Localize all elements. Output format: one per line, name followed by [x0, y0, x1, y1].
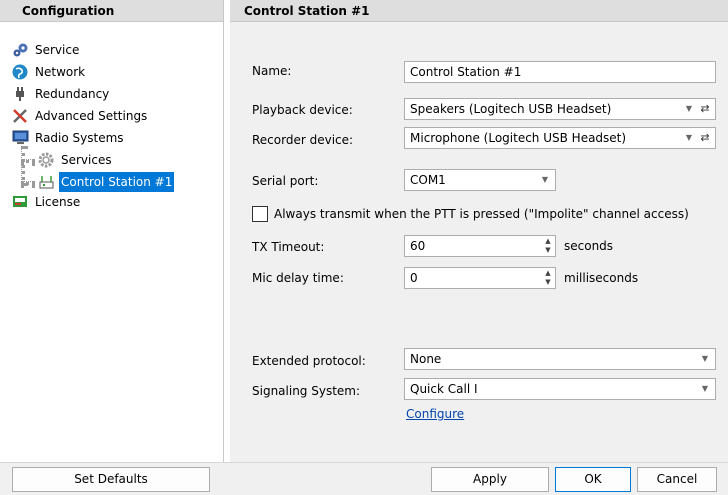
refresh-icon[interactable]: ⇄ [699, 99, 711, 119]
tx-timeout-unit: seconds [564, 239, 614, 253]
tree-item-redundancy[interactable]: Redundancy [12, 84, 111, 104]
tree-label-license: License [35, 195, 81, 209]
chevron-down-icon[interactable]: ▼ [683, 128, 695, 148]
tools-icon [12, 108, 30, 124]
recorder-device-label: Recorder device: [252, 133, 354, 147]
extended-protocol-label: Extended protocol: [252, 354, 366, 368]
tree-item-service[interactable]: Service [12, 40, 81, 60]
configure-link[interactable]: Configure [406, 407, 464, 421]
tree-label-advanced-settings: Advanced Settings [35, 109, 148, 123]
settings-panel: Control Station #1 Name: Control Station… [230, 0, 728, 462]
spin-arrows-icon[interactable]: ▲ ▼ [543, 269, 553, 287]
refresh-icon[interactable]: ⇄ [699, 128, 711, 148]
playback-device-select[interactable]: Speakers (Logitech USB Headset) ▼ ⇄ [404, 98, 716, 120]
gears-icon [12, 42, 30, 58]
tx-timeout-stepper[interactable]: 60 ▲ ▼ [404, 235, 556, 257]
tree-item-license[interactable]: License [12, 192, 82, 212]
tx-timeout-value: 60 [410, 239, 426, 253]
chevron-down-icon[interactable]: ▼ [683, 99, 695, 119]
tree-connector [21, 181, 35, 185]
mic-delay-label: Mic delay time: [252, 271, 344, 285]
tree-item-radio-systems[interactable]: Radio Systems [12, 128, 126, 148]
tx-timeout-label: TX Timeout: [252, 240, 325, 254]
tree-label-network: Network [35, 65, 86, 79]
radio-icon [38, 174, 56, 190]
playback-device-label: Playback device: [252, 103, 353, 117]
playback-device-value: Speakers (Logitech USB Headset) [410, 102, 612, 116]
tree-label-service: Service [35, 43, 80, 57]
serial-port-value: COM1 [410, 173, 446, 187]
chevron-down-icon[interactable]: ▼ [699, 349, 711, 369]
cancel-button[interactable]: Cancel [637, 467, 717, 492]
spin-arrows-icon[interactable]: ▲ ▼ [543, 237, 553, 255]
button-bar: Set Defaults Apply OK Cancel [0, 462, 728, 495]
extended-protocol-value: None [410, 352, 442, 366]
configuration-header: Configuration [0, 0, 223, 22]
always-transmit-label: Always transmit when the PTT is pressed … [274, 207, 689, 221]
recorder-device-value: Microphone (Logitech USB Headset) [410, 131, 627, 145]
tree-connector [21, 159, 35, 163]
gear-icon [38, 152, 56, 168]
tree-label-services: Services [61, 153, 112, 167]
tree-item-control-station[interactable]: Control Station #1 [38, 172, 175, 192]
chevron-down-icon[interactable]: ▼ [539, 170, 551, 190]
monitor-icon [12, 130, 30, 146]
chevron-down-icon[interactable]: ▼ [699, 379, 711, 399]
signaling-system-label: Signaling System: [252, 384, 361, 398]
mic-delay-value: 0 [410, 271, 418, 285]
tree-item-advanced-settings[interactable]: Advanced Settings [12, 106, 149, 126]
page-title: Control Station #1 [230, 0, 728, 22]
tree-item-network[interactable]: Network [12, 62, 87, 82]
signaling-system-select[interactable]: Quick Call I ▼ [404, 378, 716, 400]
tree-label-redundancy: Redundancy [35, 87, 110, 101]
apply-button[interactable]: Apply [431, 467, 549, 492]
tree-label-control-station: Control Station #1 [59, 172, 175, 192]
configuration-panel: Configuration Service Network Redundancy… [0, 0, 224, 462]
extended-protocol-select[interactable]: None ▼ [404, 348, 716, 370]
mic-delay-unit: milliseconds [564, 271, 639, 285]
serial-port-label: Serial port: [252, 174, 319, 188]
name-field[interactable]: Control Station #1 [404, 61, 716, 83]
serial-port-select[interactable]: COM1 ▼ [404, 169, 556, 191]
globe-icon [12, 64, 30, 80]
ok-button[interactable]: OK [555, 467, 631, 492]
tree-connector [21, 146, 25, 186]
recorder-device-select[interactable]: Microphone (Logitech USB Headset) ▼ ⇄ [404, 127, 716, 149]
always-transmit-checkbox[interactable] [252, 206, 268, 222]
name-label: Name: [252, 64, 292, 78]
set-defaults-button[interactable]: Set Defaults [12, 467, 210, 492]
plug-icon [12, 86, 30, 102]
signaling-system-value: Quick Call I [410, 382, 478, 396]
license-icon [12, 194, 30, 210]
tree-label-radio-systems: Radio Systems [35, 131, 124, 145]
mic-delay-stepper[interactable]: 0 ▲ ▼ [404, 267, 556, 289]
tree-item-services[interactable]: Services [38, 150, 114, 170]
